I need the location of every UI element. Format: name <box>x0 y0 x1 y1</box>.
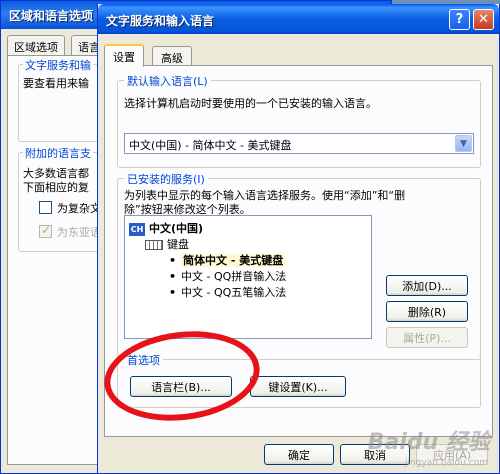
baidu-watermark-logo: Baidu 经验 <box>367 430 490 455</box>
supplemental-desc-2: 下面相应的复 <box>23 181 89 194</box>
east-asian-checkbox <box>39 223 52 238</box>
text-services-legend: 文字服务和输 <box>23 57 93 73</box>
key-settings-button[interactable]: 键设置(K)... <box>250 376 346 397</box>
tab-regional-options[interactable]: 区域选项 <box>7 35 65 55</box>
dialog-title: 文字服务和输入语言 <box>106 14 215 28</box>
tab-advanced[interactable]: 高级 <box>152 46 192 66</box>
tree-language-label: 中文(中国) <box>149 222 204 235</box>
language-bar-button[interactable]: 语言栏(B)... <box>130 376 232 397</box>
preferences-legend: 首选项 <box>124 352 163 368</box>
remove-button[interactable]: 删除(R) <box>386 301 468 322</box>
list-item-label: 简体中文 - 美式键盘 <box>181 254 286 267</box>
tree-keyboard-label: 键盘 <box>167 238 189 251</box>
installed-services-legend: 已安装的服务(I) <box>124 171 208 187</box>
language-badge-icon: CH <box>129 222 145 236</box>
preferences-group: 首选项 语言栏(B)... 键设置(K)... <box>117 352 481 408</box>
dialog-titlebar: 文字服务和输入语言 ? ✕ <box>98 4 499 34</box>
chevron-down-icon[interactable]: ▼ <box>455 135 472 152</box>
tab-settings[interactable]: 设置 <box>104 44 144 67</box>
default-language-group: 默认输入语言(L) 选择计算机启动时要使用的一个已安装的输入语言。 中文(中国)… <box>117 73 481 168</box>
ok-button[interactable]: 确定 <box>264 444 334 465</box>
text-services-dialog: 文字服务和输入语言 ? ✕ 设置 高级 默认输入语言(L) 选择计算机启动时要使… <box>97 4 500 474</box>
list-item[interactable]: • 中文 - QQ五笔输入法 <box>169 284 286 300</box>
keyboard-icon <box>145 240 163 250</box>
default-language-desc: 选择计算机启动时要使用的一个已安装的输入语言。 <box>124 97 377 110</box>
close-icon[interactable]: ✕ <box>473 9 494 30</box>
baidu-watermark-url: jingyan.baidu.com <box>404 458 488 468</box>
list-item-label: 中文 - QQ拼音输入法 <box>181 270 287 283</box>
text-services-desc: 要查看用来输 <box>23 77 89 90</box>
tree-language-node[interactable]: CH 中文(中国) <box>129 220 203 236</box>
installed-services-tree[interactable]: CH 中文(中国) 键盘 • 简体中文 - 美式键盘 • 中文 - QQ拼音输入法 •… <box>124 215 372 339</box>
list-item[interactable]: • 中文 - QQ拼音输入法 <box>169 268 286 284</box>
east-asian-label: 为东亚语 <box>57 226 101 239</box>
installed-services-group: 已安装的服务(I) 为列表中显示的每个输入语言选择服务。使用“添加”和“删 除”… <box>117 171 481 360</box>
default-language-select[interactable]: 中文(中国) - 简体中文 - 美式键盘 ▼ <box>124 133 474 154</box>
settings-panel: 默认输入语言(L) 选择计算机启动时要使用的一个已安装的输入语言。 中文(中国)… <box>104 65 493 437</box>
complex-script-checkbox[interactable] <box>39 201 52 214</box>
supplemental-language-legend: 附加的语言支 <box>23 145 93 161</box>
tree-keyboard-node[interactable]: 键盘 <box>145 236 189 252</box>
list-item[interactable]: • 简体中文 - 美式键盘 <box>169 252 286 268</box>
complex-script-label: 为复杂文 <box>57 202 101 215</box>
properties-button: 属性(P)... <box>386 327 468 348</box>
add-button[interactable]: 添加(D)... <box>386 275 468 296</box>
default-language-value: 中文(中国) - 简体中文 - 美式键盘 <box>129 139 292 152</box>
default-language-legend: 默认输入语言(L) <box>124 73 211 89</box>
help-icon[interactable]: ? <box>449 9 470 30</box>
list-item-label: 中文 - QQ五笔输入法 <box>181 286 287 299</box>
